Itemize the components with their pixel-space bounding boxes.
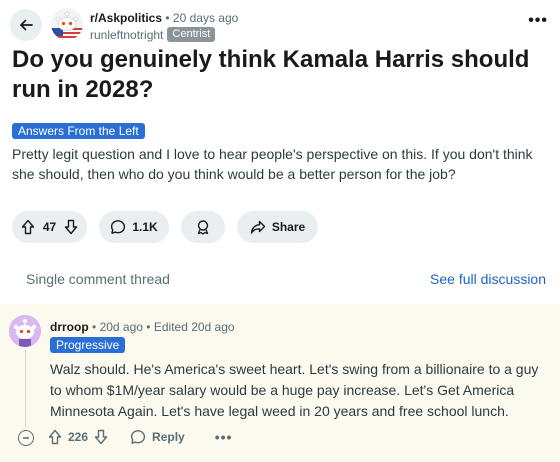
comment-text: Walz should. He's America's sweet heart.… bbox=[50, 361, 539, 419]
comment-author[interactable]: drroop bbox=[50, 320, 89, 334]
meta-separator: • bbox=[92, 320, 100, 334]
see-full-discussion-link[interactable]: See full discussion bbox=[430, 271, 546, 287]
ellipsis-icon: ••• bbox=[214, 429, 233, 445]
author-flair: Centrist bbox=[167, 27, 216, 42]
more-options-button[interactable]: ••• bbox=[528, 12, 548, 30]
collapse-thread-button[interactable] bbox=[18, 430, 34, 446]
post-author-line: runleftnotright Centrist bbox=[90, 27, 216, 42]
avatar[interactable] bbox=[9, 315, 41, 347]
subreddit-name[interactable]: r/Askpolitics bbox=[90, 11, 162, 25]
ellipsis-icon: ••• bbox=[528, 12, 548, 29]
vote-control: 47 bbox=[12, 211, 87, 243]
comment-meta: drroop • 20d ago • Edited 20d ago bbox=[50, 320, 235, 334]
comment-actions: 226 Reply ••• bbox=[48, 429, 232, 445]
comment-vote-control: 226 bbox=[48, 429, 108, 445]
thread-line[interactable] bbox=[25, 350, 26, 428]
upvote-icon[interactable] bbox=[21, 219, 35, 235]
minus-icon bbox=[23, 437, 29, 439]
back-button[interactable] bbox=[10, 9, 42, 41]
meta-separator: • bbox=[146, 320, 154, 334]
downvote-icon[interactable] bbox=[64, 219, 78, 235]
award-icon bbox=[197, 220, 209, 235]
vote-count: 47 bbox=[42, 220, 57, 234]
comment-edited: Edited 20d ago bbox=[153, 320, 235, 334]
arrow-left-icon bbox=[20, 19, 33, 31]
post-time: 20 days ago bbox=[172, 11, 239, 25]
comment-vote-count: 226 bbox=[68, 430, 89, 444]
upvote-icon[interactable] bbox=[48, 429, 62, 445]
comment-author-flair: Progressive bbox=[50, 337, 126, 353]
post-title: Do you genuinely think Kamala Harris sho… bbox=[12, 46, 530, 103]
thread-label: Single comment thread bbox=[26, 271, 170, 287]
comment-bubble-icon bbox=[130, 430, 146, 444]
snoo-flag-icon bbox=[51, 8, 83, 40]
comments-button[interactable]: 1.1K bbox=[99, 211, 169, 243]
comment-more-button[interactable]: ••• bbox=[215, 429, 233, 445]
post-body: Pretty legit question and I love to hear… bbox=[12, 146, 533, 182]
post-author[interactable]: runleftnotright bbox=[90, 28, 163, 42]
downvote-icon[interactable] bbox=[94, 429, 108, 445]
comment-time: 20d ago bbox=[99, 320, 143, 334]
post-flair[interactable]: Answers From the Left bbox=[12, 123, 145, 139]
comment-count: 1.1K bbox=[132, 220, 158, 234]
snoo-avatar-icon bbox=[9, 315, 41, 347]
meta-separator: • bbox=[165, 11, 173, 25]
subreddit-meta: r/Askpolitics • 20 days ago bbox=[90, 11, 238, 25]
reply-label: Reply bbox=[152, 430, 185, 444]
award-button[interactable] bbox=[181, 211, 225, 243]
share-label: Share bbox=[271, 220, 306, 234]
comment-bubble-icon bbox=[111, 220, 126, 234]
reply-button[interactable]: Reply bbox=[130, 429, 185, 445]
share-button[interactable]: Share bbox=[237, 211, 318, 243]
share-icon bbox=[250, 220, 266, 234]
subreddit-avatar[interactable] bbox=[51, 8, 83, 40]
